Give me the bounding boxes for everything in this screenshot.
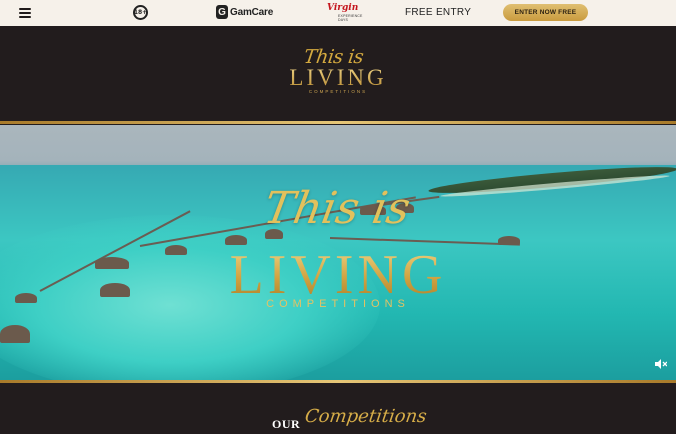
age-18-plus-icon: 18+ [133, 5, 148, 20]
virgin-experience-days-logo[interactable]: Virgin EXPERIENCE DAYS [327, 3, 367, 23]
site-logo[interactable]: This is LIVING COMPETITIONS [282, 46, 394, 98]
villa [100, 283, 130, 297]
logo-line-3: COMPETITIONS [308, 89, 368, 94]
hero-bottom-border [0, 380, 676, 383]
gamcare-icon: G [216, 5, 228, 19]
hero-title-line-1: This is [260, 183, 414, 234]
virgin-label: Virgin [327, 3, 359, 13]
logo-line-2: LIVING [282, 65, 394, 91]
gamcare-label: GamCare [230, 6, 274, 18]
section-title-competitions: Competitions [303, 406, 428, 427]
villa [498, 236, 520, 245]
villa [15, 293, 37, 303]
menu-icon[interactable] [19, 8, 31, 18]
mute-icon[interactable] [655, 359, 667, 369]
free-entry-link[interactable]: FREE ENTRY [405, 7, 471, 18]
top-bar: 18+ G GamCare Virgin EXPERIENCE DAYS FRE… [0, 0, 676, 26]
section-title-our: OUR [272, 417, 301, 431]
villa [0, 325, 30, 343]
hero-video[interactable]: This is LIVING COMPETITIONS [0, 125, 676, 380]
villa [165, 245, 187, 255]
enter-now-free-button[interactable]: ENTER NOW FREE [503, 4, 588, 21]
hero-title-line-3: COMPETITIONS [266, 298, 410, 310]
hero-top-border [0, 121, 676, 124]
virgin-sub-label: EXPERIENCE DAYS [338, 14, 363, 22]
villa [95, 257, 129, 269]
gamcare-logo[interactable]: G GamCare [216, 5, 273, 19]
